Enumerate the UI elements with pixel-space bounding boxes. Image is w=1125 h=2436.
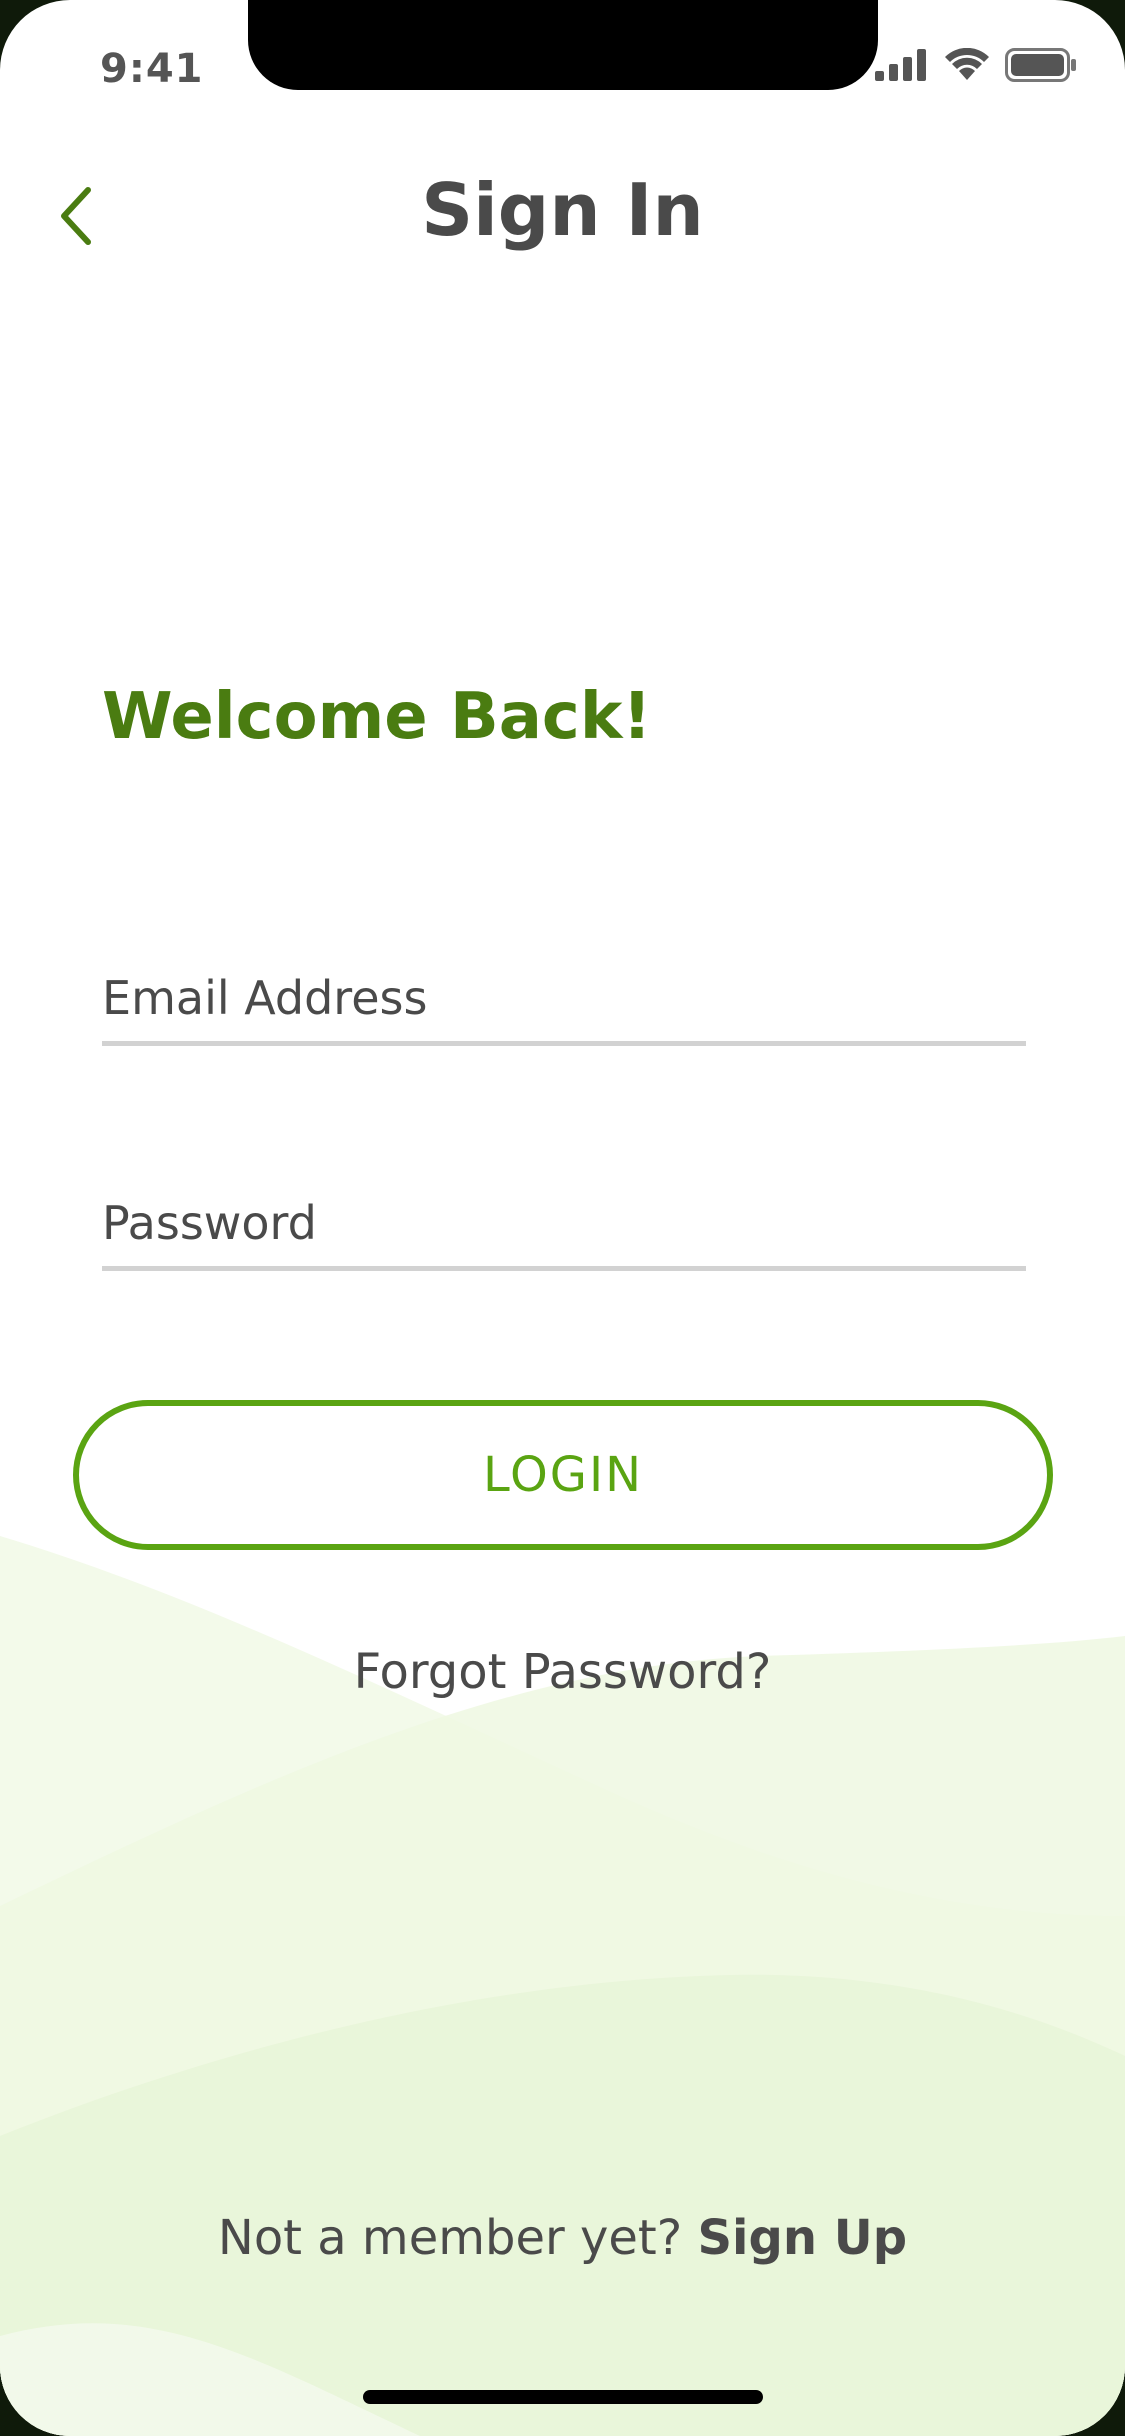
wifi-icon [945, 48, 989, 80]
email-field[interactable] [102, 955, 1026, 1041]
email-field-wrapper [102, 955, 1026, 1046]
status-icons [875, 48, 1077, 82]
forgot-password-link[interactable]: Forgot Password? [0, 1644, 1125, 1700]
notch [248, 0, 878, 90]
password-field-wrapper [102, 1180, 1026, 1271]
welcome-heading: Welcome Back! [102, 680, 652, 754]
battery-icon [1005, 48, 1076, 82]
status-time: 9:41 [100, 46, 204, 92]
password-field[interactable] [102, 1180, 1026, 1266]
login-button[interactable]: LOGIN [73, 1400, 1053, 1550]
home-indicator[interactable] [363, 2390, 763, 2404]
signup-prompt: Not a member yet? [217, 2210, 698, 2266]
signup-row: Not a member yet? Sign Up [0, 2210, 1125, 2266]
page-title: Sign In [421, 168, 704, 252]
sign-up-link[interactable]: Sign Up [697, 2210, 907, 2266]
phone-screen: 9:41 Sign In Welcome Back! Email Address… [0, 0, 1125, 2436]
signal-icon [875, 49, 926, 81]
